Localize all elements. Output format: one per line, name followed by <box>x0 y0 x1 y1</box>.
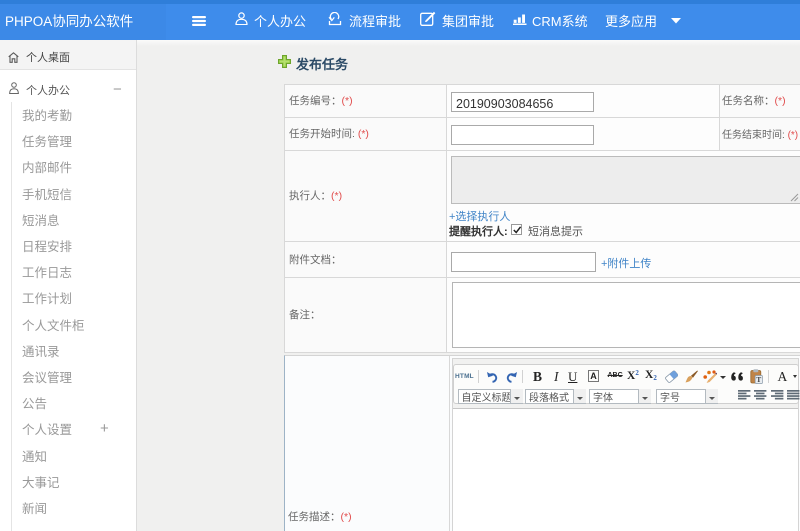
svg-text:T: T <box>756 375 761 384</box>
